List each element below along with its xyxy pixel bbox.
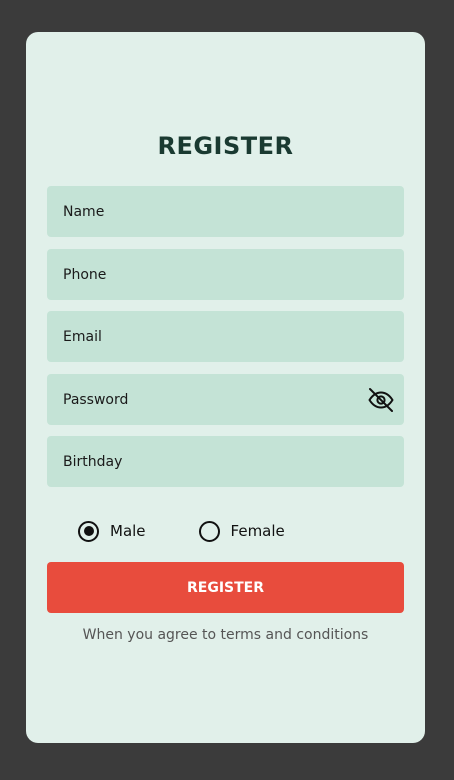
name-input[interactable]	[47, 186, 404, 237]
gender-label-female: Female	[230, 522, 285, 540]
phone-input[interactable]	[47, 249, 404, 300]
gender-label-male: Male	[110, 522, 146, 540]
register-card: REGISTER Male Female REGISTER	[26, 32, 425, 743]
eye-off-icon[interactable]	[366, 385, 396, 415]
email-field-container	[47, 311, 404, 362]
name-field-container	[47, 186, 404, 237]
gender-option-female[interactable]: Female	[198, 520, 285, 542]
birthday-field-container	[47, 436, 404, 487]
password-field-container	[47, 374, 404, 425]
gender-radio-group: Male Female	[78, 518, 338, 544]
password-input[interactable]	[47, 374, 404, 425]
gender-option-male[interactable]: Male	[78, 520, 146, 542]
phone-field-container	[47, 249, 404, 300]
email-input[interactable]	[47, 311, 404, 362]
page-title: REGISTER	[157, 132, 294, 160]
register-button[interactable]: REGISTER	[47, 562, 404, 613]
birthday-input[interactable]	[47, 436, 404, 487]
radio-checked-icon[interactable]	[78, 520, 99, 542]
radio-unchecked-icon[interactable]	[198, 520, 220, 542]
terms-text: When you agree to terms and conditions	[82, 627, 369, 643]
